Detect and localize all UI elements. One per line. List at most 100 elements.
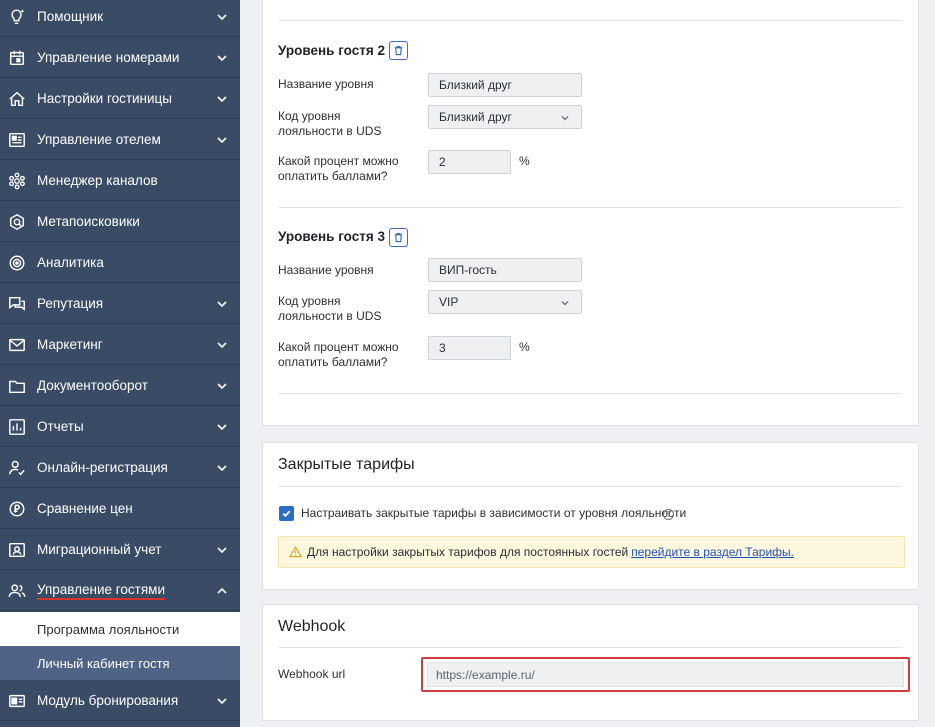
percent-unit: % [519, 340, 530, 354]
sidebar-item-label: Менеджер каналов [37, 173, 158, 188]
level-percent-input[interactable]: 3 [428, 336, 511, 360]
webhook-card: Webhook Webhook url https://example.ru/ [262, 604, 919, 721]
level-code-select[interactable]: VIP [428, 290, 582, 314]
section-title: Webhook [278, 618, 346, 635]
people-icon [7, 581, 27, 601]
webhook-url-label: Webhook url [278, 667, 346, 681]
chevron-down-icon [217, 54, 227, 61]
sidebar-item-rooms[interactable]: Управление номерами [0, 38, 240, 78]
folder-icon [7, 376, 27, 396]
divider [279, 393, 902, 394]
closed-tariffs-checkbox[interactable] [279, 506, 294, 521]
level-title: Уровень гостя 2 [278, 43, 385, 58]
level-code-select[interactable]: Близкий друг [428, 105, 582, 129]
webhook-url-input[interactable]: https://example.ru/ [427, 662, 904, 687]
level-code-value: Близкий друг [439, 110, 512, 124]
level-percent-input[interactable]: 2 [428, 150, 511, 174]
level-code-label: Код уровня лояльности в UDS [278, 294, 382, 323]
sidebar-item-meta-search[interactable]: Метапоисковики [0, 202, 240, 242]
target-icon [7, 253, 27, 273]
level-name-input[interactable]: ВИП-гость [428, 258, 582, 282]
sidebar-item-label: Документооборот [37, 378, 148, 393]
sidebar: Помощник Управление номерами Настройки г… [0, 0, 240, 727]
sidebar-item-hotel-management[interactable]: Управление отелем [0, 120, 240, 160]
tariffs-warning: Для настройки закрытых тарифов для посто… [278, 536, 905, 568]
calendar-icon [7, 48, 27, 68]
sidebar-item-price-comparison[interactable]: Сравнение цен [0, 489, 240, 529]
sidebar-item-label: Маркетинг [37, 337, 103, 352]
sidebar-item-guest-management[interactable]: Управление гостями [0, 571, 240, 611]
chevron-down-icon [217, 382, 227, 389]
chevron-down-icon [217, 697, 227, 704]
divider [279, 20, 902, 21]
sidebar-item-booking-module[interactable]: Модуль бронирования [0, 681, 240, 721]
level-name-input[interactable]: Близкий друг [428, 73, 582, 97]
tariffs-link[interactable]: перейдите в раздел Тарифы. [631, 545, 794, 559]
sidebar-item-label: Метапоисковики [37, 214, 140, 229]
chevron-down-icon [561, 116, 569, 121]
hub-icon [7, 171, 27, 191]
webhook-url-highlight: https://example.ru/ [421, 657, 910, 692]
sidebar-item-analytics[interactable]: Аналитика [0, 243, 240, 283]
sidebar-item-label: Настройки гостиницы [37, 91, 172, 106]
level-percent-label: Какой процент можно оплатить баллами? [278, 340, 399, 369]
sidebar-item-reports[interactable]: Отчеты [0, 407, 240, 447]
level-code-value: VIP [439, 295, 459, 309]
home-icon [7, 89, 27, 109]
meta-search-icon [7, 212, 27, 232]
sidebar-item-label: Управление гостями [37, 582, 165, 600]
newspaper-icon [7, 130, 27, 150]
chevron-down-icon [217, 341, 227, 348]
sidebar-item-documents[interactable]: Документооборот [0, 366, 240, 406]
sidebar-item-label: Модуль бронирования [37, 693, 179, 708]
closed-tariffs-card: Закрытые тарифы Настраивать закрытые тар… [262, 442, 919, 590]
divider [279, 486, 902, 487]
percent-unit: % [519, 154, 530, 168]
sidebar-item-reputation[interactable]: Репутация [0, 284, 240, 324]
level-title: Уровень гостя 3 [278, 229, 385, 244]
sidebar-item-label: Управление номерами [37, 50, 180, 65]
level-name-label: Название уровня [278, 263, 374, 277]
sidebar-item-marketing[interactable]: Маркетинг [0, 325, 240, 365]
closed-tariffs-checkbox-label[interactable]: Настраивать закрытые тарифы в зависимост… [301, 506, 686, 520]
bar-chart-icon [7, 417, 27, 437]
sidebar-item-label: Репутация [37, 296, 104, 311]
delete-level-button[interactable] [389, 41, 408, 60]
sidebar-item-channel-manager[interactable]: Менеджер каналов [0, 161, 240, 201]
chevron-down-icon [217, 464, 227, 471]
chevron-down-icon [217, 423, 227, 430]
level-percent-label: Какой процент можно оплатить баллами? [278, 154, 399, 183]
help-icon[interactable]: ? [663, 509, 674, 520]
chevron-down-icon [217, 13, 227, 20]
sidebar-item-label: Помощник [37, 9, 104, 24]
divider [279, 647, 902, 648]
level-code-label: Код уровня лояльности в UDS [278, 109, 382, 138]
sidebar-item-migration[interactable]: Миграционный учет [0, 530, 240, 570]
sidebar-item-label: Управление отелем [37, 132, 161, 147]
chevron-down-icon [217, 300, 227, 307]
delete-level-button[interactable] [389, 228, 408, 247]
sidebar-item-label: Аналитика [37, 255, 104, 270]
sidebar-subitem-guest-cabinet[interactable]: Личный кабинет гостя [0, 646, 240, 680]
loyalty-levels-card: Уровень гостя 2 Название уровня Близкий … [262, 0, 919, 426]
sidebar-subitem-label: Личный кабинет гостя [37, 655, 170, 671]
divider [279, 207, 902, 208]
chevron-up-icon [217, 587, 227, 594]
id-card-icon [7, 540, 27, 560]
booking-module-icon [7, 691, 27, 711]
trash-icon [394, 233, 403, 243]
sidebar-subitem-loyalty-program[interactable]: Программа лояльности [0, 612, 240, 646]
checkmark-icon [282, 510, 291, 518]
sidebar-item-label: Сравнение цен [37, 501, 133, 516]
mail-icon [7, 335, 27, 355]
sidebar-item-label: Отчеты [37, 419, 84, 434]
sidebar-item-assistant[interactable]: Помощник [0, 0, 240, 37]
chevron-down-icon [561, 301, 569, 306]
warning-icon [289, 546, 302, 558]
chevron-down-icon [217, 95, 227, 102]
warning-text: Для настройки закрытых тарифов для посто… [307, 545, 629, 559]
chevron-down-icon [217, 136, 227, 143]
sidebar-item-online-registration[interactable]: Онлайн-регистрация [0, 448, 240, 488]
sidebar-subitem-label: Программа лояльности [37, 621, 180, 637]
sidebar-item-hotel-settings[interactable]: Настройки гостиницы [0, 79, 240, 119]
